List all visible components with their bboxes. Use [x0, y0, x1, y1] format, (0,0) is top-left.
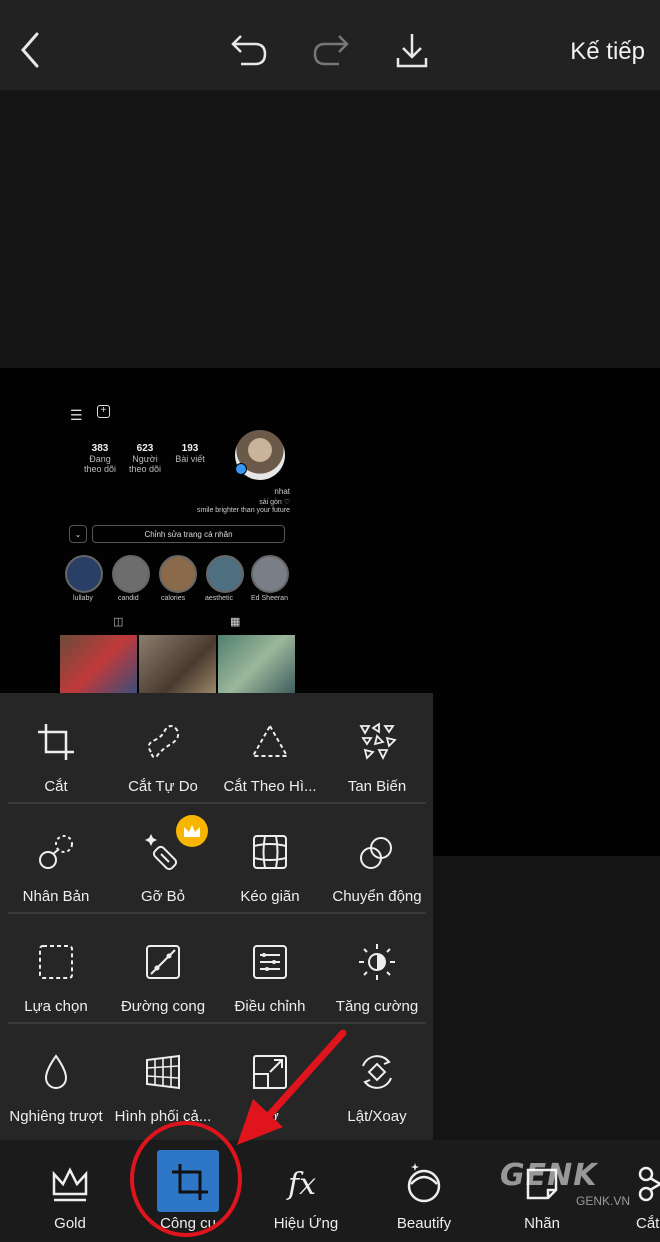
- divider: [8, 802, 426, 804]
- tagged-icon: ◫: [113, 616, 124, 628]
- tool-clone[interactable]: Nhân Bản: [2, 810, 110, 920]
- divider: [8, 912, 426, 914]
- tool-label: Kéo giãn: [240, 888, 300, 905]
- svg-text:fx: fx: [286, 1167, 316, 1202]
- watermark-url: GENK.VN: [575, 1194, 630, 1208]
- motion-icon: [360, 837, 392, 869]
- chevron-down-icon: ⌄: [69, 525, 87, 543]
- grid-icon: ▦: [230, 616, 241, 628]
- flip-rotate-icon: [362, 1055, 392, 1089]
- nav-gold[interactable]: Gold: [16, 1140, 124, 1242]
- redo-icon: [313, 35, 349, 66]
- tool-label: Tăng cường: [335, 998, 419, 1015]
- tool-label: Cắt Tự Do: [128, 778, 198, 795]
- chevron-left-icon: [21, 32, 39, 68]
- post-thumbnail: [218, 635, 295, 695]
- crown-icon: [52, 1167, 88, 1202]
- undo-button[interactable]: [226, 28, 270, 72]
- nav-beautify[interactable]: Beautify: [370, 1140, 478, 1242]
- watermark-logo: GENK: [500, 1158, 598, 1193]
- post-thumbnail: [60, 635, 137, 695]
- premium-badge: [176, 815, 208, 847]
- tool-label: Tan Biến: [347, 778, 407, 795]
- curves-icon: [146, 945, 180, 979]
- profile-name: nhat: [274, 487, 290, 496]
- stat-posts: 193 Bài viết: [175, 443, 205, 464]
- profile-bio-2: smile brighter than your future: [197, 507, 290, 514]
- add-post-icon: +: [97, 405, 110, 418]
- tool-label: Lựa chọn: [24, 998, 88, 1015]
- tool-label: Nghiêng trượt: [9, 1108, 103, 1125]
- tool-selection[interactable]: Lựa chọn: [2, 920, 110, 1030]
- highlight-story: [206, 555, 244, 593]
- stretch-icon: [253, 835, 287, 869]
- tool-crop[interactable]: Cắt: [2, 700, 110, 810]
- dispersion-icon: [359, 722, 397, 761]
- nav-effects[interactable]: fx Hiệu Ứng: [252, 1140, 360, 1242]
- highlight-label: candid: [118, 595, 139, 602]
- nav-label: Gold: [54, 1215, 86, 1232]
- tool-label: Chuyển động: [332, 888, 422, 905]
- fx-icon: fx: [286, 1167, 316, 1202]
- post-thumbnail: [139, 635, 216, 695]
- tool-tilt-shift[interactable]: Nghiêng trượt: [2, 1030, 110, 1140]
- crop-icon: [38, 724, 74, 760]
- instagram-profile-screenshot: ☰ + 383 Đang theo dõi 623 Người theo dõi 1…: [55, 395, 300, 695]
- tool-label: Đường cong: [120, 998, 206, 1015]
- tool-stretch[interactable]: Kéo giãn: [216, 810, 324, 920]
- tool-label: Gỡ Bỏ: [140, 888, 186, 905]
- post-grid: [60, 635, 295, 695]
- tool-shape-cut[interactable]: Cắt Theo Hì...: [216, 700, 324, 810]
- shape-cut-icon: [251, 723, 289, 757]
- nav-label: Beautify: [396, 1215, 452, 1232]
- divider: [8, 1022, 426, 1024]
- highlight-story: [65, 555, 103, 593]
- freecut-icon: [147, 725, 180, 759]
- perspective-icon: [146, 1054, 180, 1090]
- profile-bio-1: sài gòn ♡: [259, 499, 290, 506]
- highlight-label: aesthetic: [205, 595, 234, 602]
- highlight-story: [159, 555, 197, 593]
- add-story-icon: [235, 463, 247, 475]
- highlight-label: lullaby: [73, 595, 93, 602]
- top-toolbar: Kế tiếp: [0, 0, 660, 90]
- back-button[interactable]: [8, 28, 52, 72]
- nav-label: Hiệu Ứng: [273, 1215, 339, 1232]
- crown-icon: [184, 825, 200, 837]
- highlight-story: [251, 555, 289, 593]
- menu-icon: ☰: [70, 407, 83, 423]
- stat-followers: 623 Người theo dõi: [128, 443, 162, 474]
- tool-dispersion[interactable]: Tan Biến: [323, 700, 431, 810]
- tool-curves[interactable]: Đường cong: [109, 920, 217, 1030]
- tool-label: Cắt: [44, 778, 68, 795]
- stat-following: 383 Đang theo dõi: [83, 443, 117, 474]
- clone-icon: [39, 835, 73, 869]
- tool-enhance[interactable]: Tăng cường: [323, 920, 431, 1030]
- redo-button[interactable]: [310, 28, 354, 72]
- tool-motion[interactable]: Chuyển động: [323, 810, 431, 920]
- highlight-label: Ed Sheeran: [251, 595, 288, 602]
- selection-icon: [39, 945, 73, 979]
- beautify-icon: [407, 1163, 441, 1203]
- genk-watermark: GENK GENK.VN: [500, 1158, 640, 1218]
- tool-label: Cắt Theo Hì...: [223, 778, 317, 795]
- adjust-icon: [253, 945, 287, 979]
- edit-profile-button: Chỉnh sửa trang cá nhân: [92, 525, 285, 543]
- tool-label: Điều chỉnh: [234, 998, 306, 1015]
- tool-adjust[interactable]: Điều chỉnh: [216, 920, 324, 1030]
- tool-label: Nhân Bản: [22, 888, 90, 905]
- next-button[interactable]: Kế tiếp: [570, 38, 645, 66]
- download-icon: [396, 34, 428, 68]
- enhance-icon: [359, 944, 395, 980]
- highlight-label: calories: [161, 595, 186, 602]
- tilt-shift-icon: [44, 1054, 68, 1089]
- tool-freecut[interactable]: Cắt Tự Do: [109, 700, 217, 810]
- download-button[interactable]: [390, 28, 434, 72]
- red-arrow-icon: [237, 1029, 347, 1145]
- undo-icon: [231, 35, 267, 66]
- highlight-story: [112, 555, 150, 593]
